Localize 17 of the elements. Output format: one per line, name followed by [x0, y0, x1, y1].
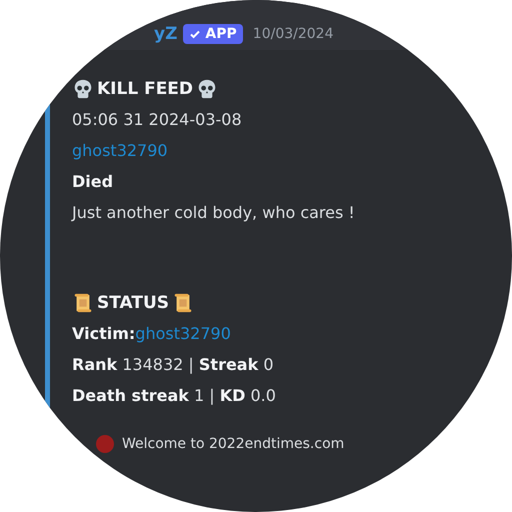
embed-title: STATUS — [97, 293, 170, 313]
footer-text: Welcome to 2022endtimes.com — [122, 436, 344, 452]
player-link[interactable]: ghost32790 — [72, 135, 512, 166]
badge-label: APP — [205, 26, 237, 42]
timestamp: 10/03/2024 — [252, 26, 334, 42]
embed-title: KILL FEED — [97, 79, 194, 99]
scroll-icon — [72, 292, 94, 314]
skull-icon — [72, 78, 94, 100]
kill-time: 05:06 31 2024-03-08 — [72, 109, 243, 131]
stats-text: Rank 134832 | Streak 0 — [72, 354, 275, 376]
stats-text: Death streak 1 | KD 0.0 — [72, 385, 277, 407]
field-value: Just another cold body, who cares ! — [72, 202, 356, 224]
field-name: Died — [72, 171, 114, 193]
victim-link[interactable]: ghost32790 — [135, 324, 231, 343]
check-icon — [189, 28, 202, 40]
username[interactable]: yZ — [154, 24, 178, 44]
victim-label: Victim: — [72, 324, 136, 343]
